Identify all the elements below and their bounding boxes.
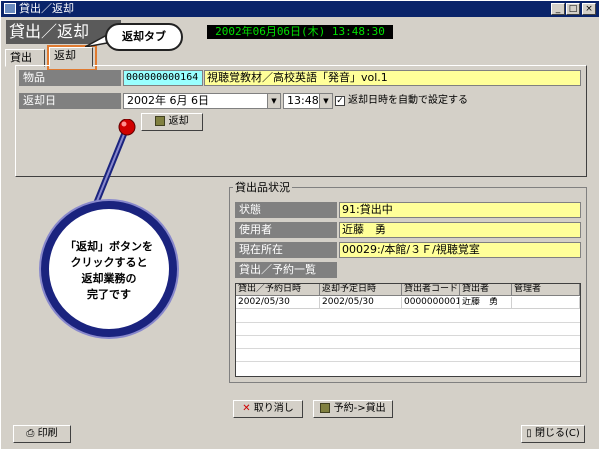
cell: 2002/05/30 — [236, 297, 320, 309]
grid-line — [236, 348, 580, 349]
grid-header: 貸出／予約日時 返却予定日時 貸出者コード 貸出者 管理者 — [236, 284, 580, 296]
state-value: 91:貸出中 — [339, 202, 581, 218]
user-value: 近藤 勇 — [339, 222, 581, 238]
chevron-down-icon[interactable]: ▼ — [319, 94, 332, 108]
printer-icon: ⎙ — [26, 428, 35, 439]
return-date-label: 返却日 — [19, 93, 121, 109]
grid-line — [236, 322, 580, 323]
maximize-button[interactable]: □ — [566, 3, 580, 15]
callout-tab-bubble: 返却タブ — [105, 23, 183, 51]
door-icon: ▯ — [526, 428, 532, 439]
close-button-label: 閉じる(C) — [534, 428, 580, 439]
cell — [512, 297, 580, 309]
window-title: 貸出／返却 — [19, 2, 74, 15]
table-row[interactable]: 2002/05/30 2002/05/30 0000000001 近藤 勇 — [236, 297, 580, 309]
col-header[interactable]: 管理者 — [512, 284, 580, 296]
list-label: 貸出／予約一覧 — [235, 262, 337, 278]
callout-line-4: 完了です — [87, 288, 131, 301]
item-label: 物品 — [19, 70, 121, 86]
item-name-field: 視聴覚教材／高校英語「発音」vol.1 — [204, 70, 581, 86]
cancel-button-label: 取り消し — [253, 403, 294, 414]
state-label: 状態 — [235, 202, 337, 218]
date-value: 2002年 6月 6日 — [127, 94, 209, 107]
callout-line-3: 返却業務の — [81, 272, 137, 285]
grid-line — [236, 361, 580, 362]
print-button[interactable]: ⎙ 印刷 — [13, 425, 71, 443]
col-header[interactable]: 貸出者コード — [402, 284, 460, 296]
col-header[interactable]: 貸出者 — [460, 284, 512, 296]
close-window-button[interactable]: × — [582, 3, 596, 15]
clock-display: 2002年06月06日(木) 13:48:30 — [207, 25, 393, 39]
minimize-button[interactable]: _ — [551, 3, 565, 15]
user-label: 使用者 — [235, 222, 337, 238]
book-icon — [155, 116, 166, 126]
location-value: 00029:/本館/３Ｆ/視聴覚室 — [339, 242, 581, 258]
close-button[interactable]: ▯ 閉じる(C) — [521, 425, 585, 443]
reserve-to-lend-button[interactable]: 予約->貸出 — [313, 400, 393, 418]
col-header[interactable]: 貸出／予約日時 — [236, 284, 320, 296]
print-button-label: 印刷 — [37, 428, 58, 439]
main-window: 貸出／返却 _ □ × 貸出／返却 2002年06月06日(木) 13:48:3… — [0, 0, 600, 450]
return-button[interactable]: 返却 — [141, 113, 203, 131]
tab-return[interactable]: 返却 — [49, 47, 93, 67]
callout-line-2: クリックすると — [70, 256, 148, 269]
x-icon: ✕ — [242, 403, 251, 414]
title-bar: 貸出／返却 _ □ × — [1, 1, 599, 17]
app-icon — [4, 3, 16, 14]
book-icon — [320, 403, 331, 413]
reserve-button-label: 予約->貸出 — [333, 403, 386, 414]
status-group-title: 貸出品状況 — [233, 181, 292, 194]
date-select[interactable]: 2002年 6月 6日 ▼ — [123, 93, 281, 109]
callout-return-circle: 「返却」ボタンを クリックすると 返却業務の 完了です — [41, 201, 177, 337]
cell: 0000000001 — [402, 297, 460, 309]
time-value: 13:48 — [287, 94, 319, 107]
cell: 2002/05/30 — [320, 297, 402, 309]
col-header[interactable]: 返却予定日時 — [320, 284, 402, 296]
return-button-label: 返却 — [168, 116, 189, 127]
time-select[interactable]: 13:48 ▼ — [283, 93, 333, 109]
cancel-button[interactable]: ✕ 取り消し — [233, 400, 303, 418]
item-code-field[interactable]: 000000000164 — [123, 70, 203, 86]
location-label: 現在所在 — [235, 242, 337, 258]
auto-datetime-checkbox[interactable]: ✓ — [335, 96, 345, 106]
auto-datetime-label: 返却日時を自動で設定する — [348, 95, 468, 106]
chevron-down-icon[interactable]: ▼ — [267, 94, 280, 108]
cell: 近藤 勇 — [460, 297, 512, 309]
callout-line-1: 「返却」ボタンを — [65, 240, 153, 253]
lending-list-grid[interactable]: 貸出／予約日時 返却予定日時 貸出者コード 貸出者 管理者 2002/05/30… — [235, 283, 581, 377]
grid-line — [236, 335, 580, 336]
